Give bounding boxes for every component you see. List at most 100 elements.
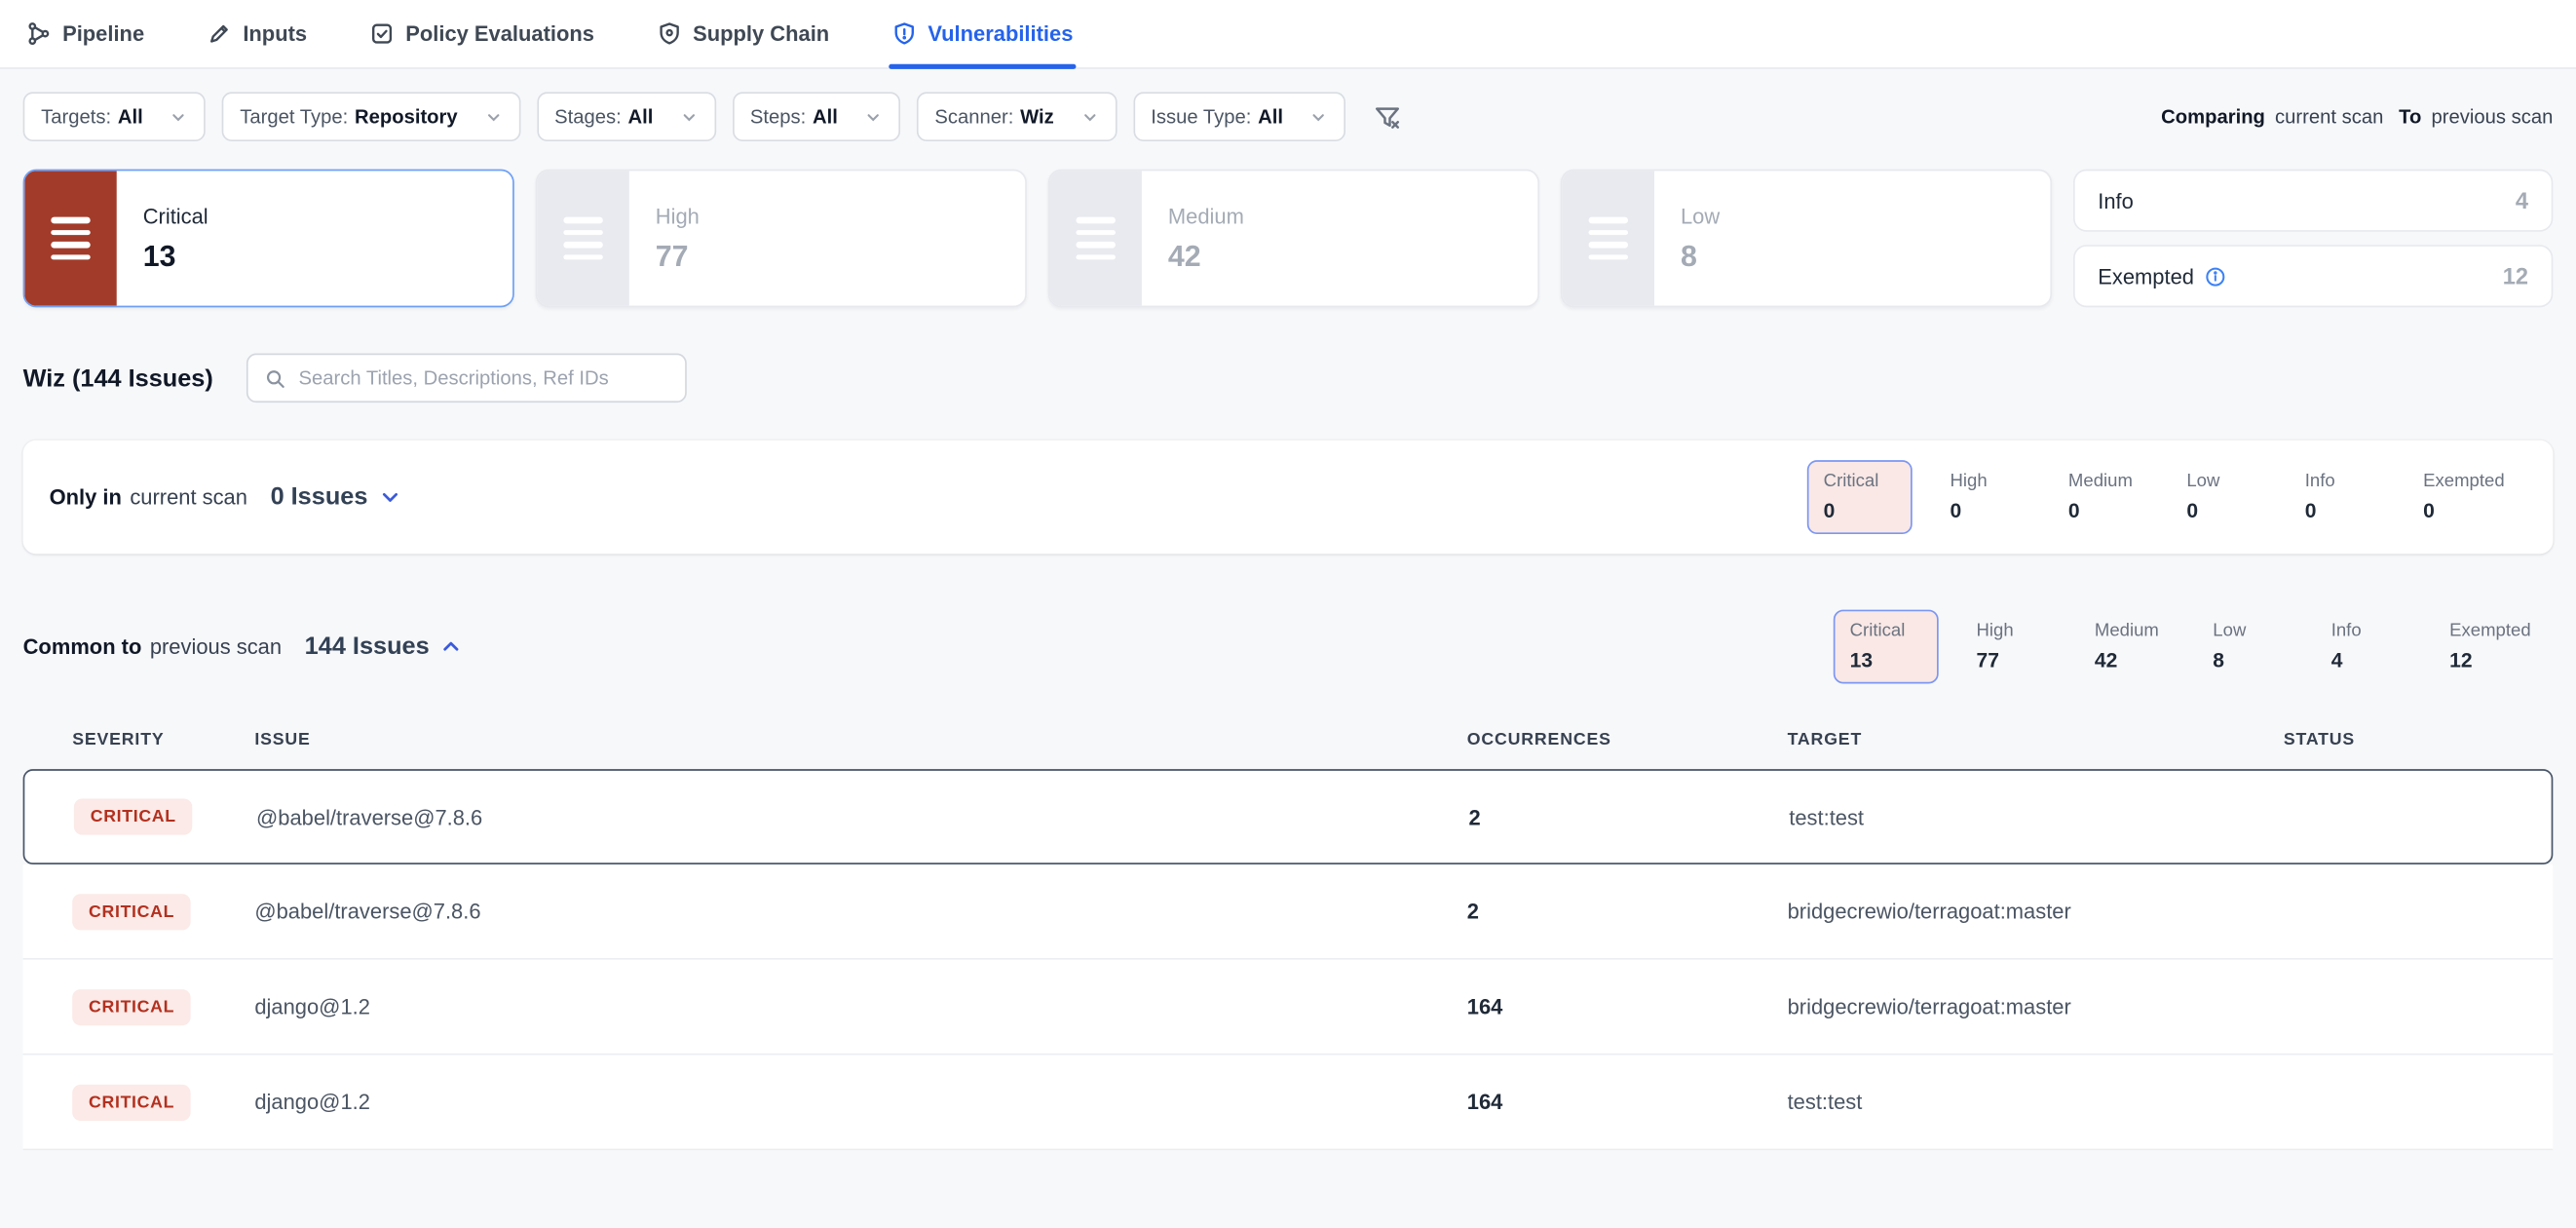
filter-value: All: [1258, 105, 1283, 129]
tab-label: Vulnerabilities: [928, 21, 1073, 46]
issue-cell: django@1.2: [254, 994, 1466, 1018]
chip-value: 42: [2095, 649, 2183, 672]
info-icon[interactable]: [2204, 265, 2225, 287]
table-row[interactable]: CRITICAL django@1.2 164 bridgecrewio/ter…: [23, 960, 2554, 1055]
filter-value: All: [118, 105, 143, 129]
chevron-down-icon: [864, 107, 883, 126]
table-header-row: SEVERITY ISSUE OCCURRENCES TARGET STATUS: [23, 710, 2554, 769]
chip-high[interactable]: High 0: [1935, 462, 2053, 533]
chip-label: High: [1951, 472, 2039, 491]
chip-exempted[interactable]: Exempted 12: [2435, 611, 2553, 682]
severity-card-low[interactable]: Low 8: [1561, 170, 2052, 308]
filter-label: Target Type:: [240, 105, 348, 129]
chip-value: 8: [2213, 649, 2301, 672]
chevron-down-icon: [379, 486, 400, 508]
comparing-current[interactable]: current scan: [2275, 105, 2383, 129]
filter-issue-type[interactable]: Issue Type: All: [1133, 92, 1345, 141]
chip-low[interactable]: Low 0: [2172, 462, 2290, 533]
comparison-summary: Comparing current scan To previous scan: [2161, 105, 2553, 129]
comparing-to-label: To: [2399, 105, 2421, 129]
filter-bar: Targets: All Target Type: Repository Sta…: [23, 92, 2554, 141]
severity-label: Critical: [143, 203, 208, 227]
severity-row-info[interactable]: Info 4: [2073, 170, 2553, 232]
low-severity-icon: [1563, 171, 1654, 305]
occurrences-cell: 2: [1468, 804, 1789, 828]
col-header-severity: SEVERITY: [72, 730, 254, 749]
chip-value: 13: [1850, 649, 1922, 672]
chevron-down-icon: [679, 107, 698, 126]
tab-supply-chain[interactable]: Supply Chain: [654, 0, 833, 67]
filter-clear-icon: [1373, 102, 1401, 131]
table-row[interactable]: CRITICAL @babel/traverse@7.8.6 2 bridgec…: [23, 864, 2554, 960]
chip-info[interactable]: Info 0: [2291, 462, 2408, 533]
filter-value: Repository: [355, 105, 458, 129]
issue-cell: @babel/traverse@7.8.6: [256, 804, 1468, 828]
severity-card-high[interactable]: High 77: [536, 170, 1027, 308]
chip-low[interactable]: Low 8: [2198, 611, 2316, 682]
only-current-issues-toggle[interactable]: 0 Issues: [271, 483, 401, 512]
tab-label: Pipeline: [62, 21, 144, 46]
tab-pipeline[interactable]: Pipeline: [23, 0, 148, 67]
chip-high[interactable]: High 77: [1961, 611, 2079, 682]
issues-count: 0 Issues: [271, 483, 368, 512]
severity-card-critical[interactable]: Critical 13: [23, 170, 514, 308]
severity-count: 13: [143, 239, 208, 273]
chevron-up-icon: [440, 636, 462, 658]
severity-label: Medium: [1168, 203, 1244, 227]
occurrences-cell: 164: [1467, 1090, 1788, 1114]
chip-critical[interactable]: Critical 0: [1807, 460, 1913, 534]
occurrences-cell: 2: [1467, 899, 1788, 923]
severity-card-medium[interactable]: Medium 42: [1048, 170, 1539, 308]
chip-medium[interactable]: Medium 0: [2054, 462, 2172, 533]
filter-scanner[interactable]: Scanner: Wiz: [917, 92, 1117, 141]
common-to-bold: Common to: [23, 634, 142, 659]
table-body: CRITICAL @babel/traverse@7.8.6 2 test:te…: [23, 769, 2554, 1150]
chip-exempted[interactable]: Exempted 0: [2408, 462, 2526, 533]
severity-summary-row: Critical 13 High 77 Medium 42: [23, 170, 2554, 308]
search-input[interactable]: [298, 366, 667, 390]
severity-count: 42: [1168, 239, 1244, 273]
table-row[interactable]: CRITICAL django@1.2 164 test:test: [23, 1055, 2554, 1151]
filter-label: Steps:: [750, 105, 806, 129]
medium-severity-icon: [1049, 171, 1141, 305]
only-current-severity-chips: Critical 0 High 0 Medium 0 Low 0 Info 0 …: [1807, 460, 2527, 534]
severity-count: 8: [1681, 239, 1720, 273]
filter-label: Scanner:: [934, 105, 1013, 129]
chip-value: 0: [2305, 500, 2394, 523]
vulnerabilities-page: Pipeline Inputs Policy Evaluations: [0, 0, 2576, 1228]
chip-critical[interactable]: Critical 13: [1834, 610, 1939, 684]
severity-count: 4: [2516, 187, 2528, 213]
filter-steps[interactable]: Steps: All: [732, 92, 900, 141]
filter-targets[interactable]: Targets: All: [23, 92, 206, 141]
high-severity-icon: [537, 171, 628, 305]
chevron-down-icon: [484, 107, 503, 126]
chip-label: Medium: [2068, 472, 2157, 491]
search-box: [246, 354, 687, 403]
chip-value: 0: [2068, 500, 2157, 523]
chip-value: 4: [2331, 649, 2420, 672]
filter-label: Issue Type:: [1151, 105, 1251, 129]
top-tab-bar: Pipeline Inputs Policy Evaluations: [0, 0, 2576, 69]
common-previous-scan-label: Common to previous scan 144 Issues: [23, 633, 463, 661]
tab-vulnerabilities[interactable]: Vulnerabilities: [889, 0, 1077, 67]
tab-label: Policy Evaluations: [405, 21, 594, 46]
comparing-label: Comparing: [2161, 105, 2265, 129]
severity-count: 77: [656, 239, 700, 273]
chip-value: 0: [2186, 500, 2275, 523]
vulnerabilities-icon: [891, 21, 916, 46]
common-previous-issues-toggle[interactable]: 144 Issues: [305, 633, 463, 661]
occurrences-cell: 164: [1467, 994, 1788, 1018]
col-header-issue: ISSUE: [254, 730, 1466, 749]
tab-inputs[interactable]: Inputs: [204, 0, 311, 67]
filter-stages[interactable]: Stages: All: [537, 92, 716, 141]
chip-info[interactable]: Info 4: [2317, 611, 2435, 682]
chip-medium[interactable]: Medium 42: [2080, 611, 2198, 682]
comparing-previous[interactable]: previous scan: [2431, 105, 2553, 129]
clear-filters-button[interactable]: [1362, 92, 1412, 141]
only-in-bold: Only in: [50, 484, 122, 509]
target-cell: test:test: [1788, 1090, 2284, 1114]
severity-row-exempted[interactable]: Exempted 12: [2073, 245, 2553, 307]
tab-policy-evaluations[interactable]: Policy Evaluations: [366, 0, 598, 67]
table-row[interactable]: CRITICAL @babel/traverse@7.8.6 2 test:te…: [23, 769, 2554, 864]
filter-target-type[interactable]: Target Type: Repository: [222, 92, 520, 141]
